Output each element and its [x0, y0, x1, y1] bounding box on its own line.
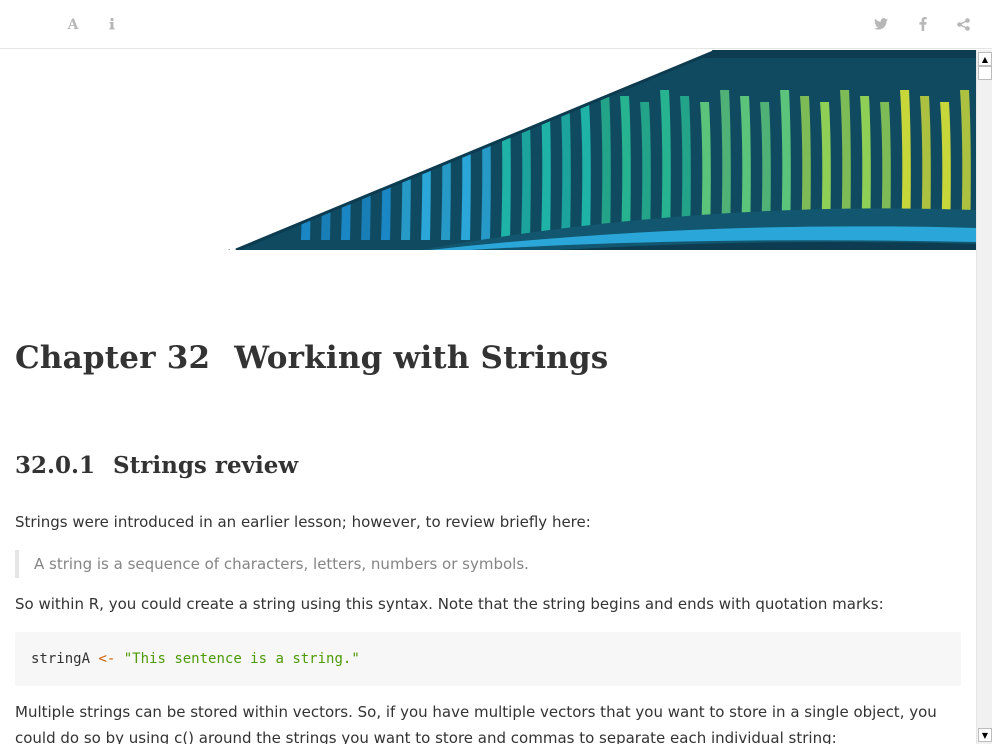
info-icon[interactable]	[100, 12, 124, 36]
definition-blockquote: A string is a sequence of characters, le…	[15, 550, 955, 578]
syntax-paragraph: So within R, you could create a string u…	[15, 595, 884, 613]
chapter-banner-image	[228, 50, 976, 250]
section-number: 32.0.1	[15, 452, 96, 479]
scroll-up-arrow-icon[interactable]: ▲	[978, 52, 992, 66]
page-content: Chapter 32 Working with Strings 32.0.1 Str…	[0, 50, 976, 744]
section-heading: 32.0.1 Strings review	[15, 452, 298, 479]
code-operator: <-	[98, 651, 116, 667]
facebook-icon[interactable]	[911, 12, 935, 36]
vectors-paragraph: Multiple strings can be stored within ve…	[15, 703, 937, 744]
intro-paragraph: Strings were introduced in an earlier le…	[15, 513, 591, 531]
font-settings-icon[interactable]: A	[61, 12, 85, 36]
twitter-icon[interactable]	[869, 12, 893, 36]
svg-text:A: A	[67, 17, 80, 31]
chapter-title-text: Working with Strings	[234, 340, 609, 376]
code-block[interactable]: stringA <- "This sentence is a string."	[15, 632, 961, 686]
scrollbar-thumb[interactable]	[978, 66, 992, 80]
vertical-scrollbar[interactable]: ▲ ▼	[976, 50, 992, 744]
code-variable: stringA	[31, 651, 91, 667]
chapter-number: Chapter 32	[15, 340, 211, 376]
share-icon[interactable]	[951, 12, 975, 36]
code-string: "This sentence is a string."	[123, 651, 360, 667]
scroll-down-arrow-icon[interactable]: ▼	[978, 728, 992, 742]
chapter-title: Chapter 32 Working with Strings	[15, 340, 608, 376]
book-toolbar: A	[0, 0, 992, 49]
section-title-text: Strings review	[113, 452, 299, 479]
